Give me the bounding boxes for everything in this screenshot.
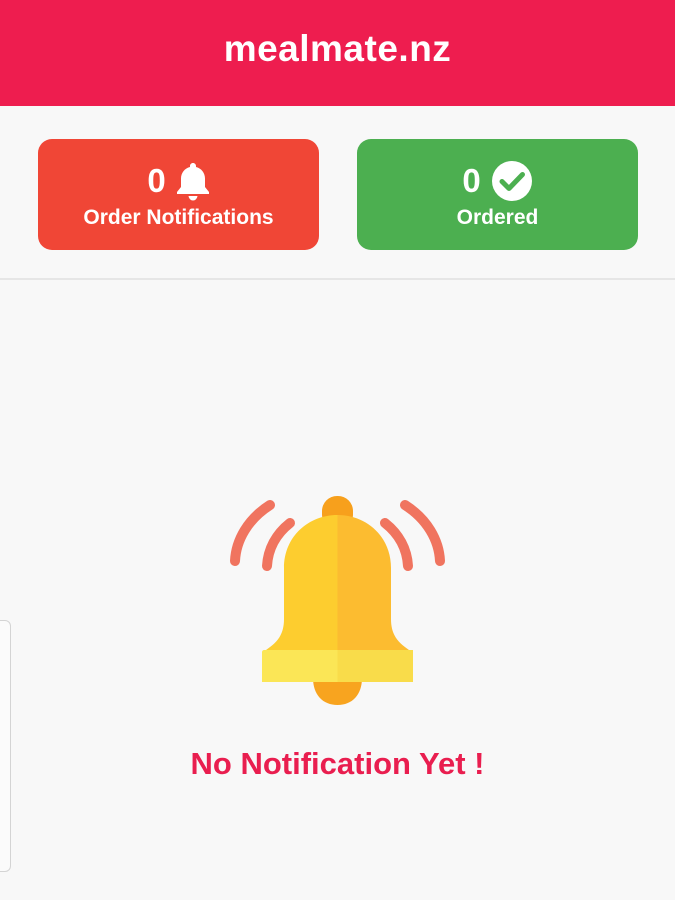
order-notifications-label: Order Notifications [83, 205, 274, 229]
ordered-card[interactable]: 0 Ordered [357, 139, 638, 250]
ordered-summary: 0 [462, 160, 532, 202]
order-notifications-count: 0 [147, 162, 166, 199]
side-panel-handle[interactable] [0, 620, 11, 872]
ordered-count: 0 [462, 162, 481, 199]
empty-state-message: No Notification Yet ! [190, 746, 485, 781]
notifications-empty-state: No Notification Yet ! [0, 280, 675, 900]
ordered-label: Ordered [456, 205, 539, 229]
order-notifications-summary: 0 [147, 160, 209, 202]
ringing-bell-illustration [230, 496, 445, 705]
order-notifications-card[interactable]: 0 Order Notifications [38, 139, 319, 250]
app-title: mealmate.nz [223, 28, 452, 69]
stats-bar: 0 Order Notifications 0 Ordered [0, 106, 675, 280]
check-circle-icon [491, 160, 532, 201]
app-header: mealmate.nz [0, 0, 675, 106]
bell-icon [176, 162, 209, 200]
